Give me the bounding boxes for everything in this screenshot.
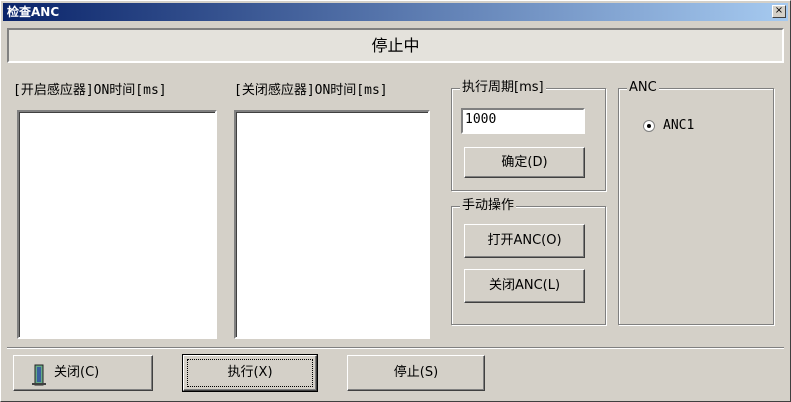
confirm-button[interactable]: 确定(D) bbox=[464, 147, 585, 178]
off-sensor-list-label: [关闭感应器]ON时间[ms] bbox=[234, 83, 388, 98]
manual-group-title: 手动操作 bbox=[460, 198, 517, 214]
open-anc-button[interactable]: 打开ANC(O) bbox=[464, 224, 585, 258]
close-dialog-button[interactable]: 关闭(C) bbox=[13, 355, 153, 391]
title-bar: 检查ANC × bbox=[3, 3, 788, 21]
on-sensor-list-label: [开启感应器]ON时间[ms] bbox=[13, 83, 167, 98]
close-dialog-label: 关闭(C) bbox=[54, 365, 100, 380]
anc1-radio[interactable] bbox=[643, 120, 655, 132]
close-window-button[interactable]: × bbox=[772, 5, 786, 18]
off-sensor-time-list[interactable] bbox=[234, 110, 430, 339]
on-sensor-time-list[interactable] bbox=[17, 110, 217, 339]
anc1-radio-label[interactable]: ANC1 bbox=[663, 118, 694, 133]
status-display: 停止中 bbox=[7, 28, 784, 63]
period-group-title: 执行周期[ms] bbox=[460, 80, 546, 96]
period-input[interactable]: 1000 bbox=[461, 108, 585, 134]
exit-door-icon bbox=[32, 364, 46, 386]
radio-selected-dot bbox=[647, 124, 651, 128]
anc-group-title: ANC bbox=[627, 80, 659, 96]
focus-rectangle bbox=[187, 359, 313, 387]
close-anc-button[interactable]: 关闭ANC(L) bbox=[464, 269, 585, 303]
anc-group: ANC bbox=[618, 80, 774, 325]
dialog-window: 检查ANC × 停止中 [开启感应器]ON时间[ms] [关闭感应器]ON时间[… bbox=[0, 0, 791, 402]
execute-button[interactable]: 执行(X) bbox=[182, 354, 318, 392]
window-title: 检查ANC bbox=[7, 5, 60, 19]
stop-button[interactable]: 停止(S) bbox=[347, 355, 485, 391]
